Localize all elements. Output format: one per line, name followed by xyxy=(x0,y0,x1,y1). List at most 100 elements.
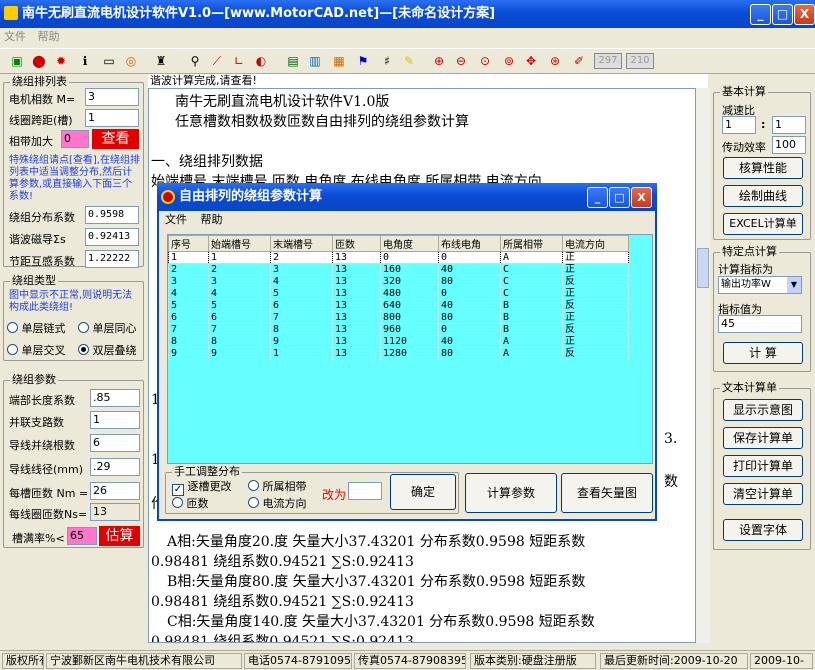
table-row[interactable]: 8 8 9 13 1120 40 A 正 xyxy=(168,335,629,348)
table-cell[interactable]: 0 xyxy=(438,287,501,300)
info-icon[interactable]: ℹ xyxy=(76,52,94,70)
measure-icon[interactable]: ⚲ xyxy=(186,52,204,70)
dist-input[interactable]: 0.9598 xyxy=(85,206,139,224)
table-cell[interactable]: 9 xyxy=(208,347,271,360)
scroll-thumb[interactable] xyxy=(697,248,709,288)
table-cell[interactable]: 2 xyxy=(270,251,333,264)
table-cell[interactable]: B xyxy=(500,311,563,324)
turns-input[interactable]: 26 xyxy=(90,482,140,500)
dialog-minimize-button[interactable]: _ xyxy=(587,187,608,208)
radio-single-chain[interactable]: 单层链式 xyxy=(7,320,66,336)
table-cell[interactable]: 7 xyxy=(168,323,209,336)
table-row[interactable]: 4 4 5 13 480 0 C 正 xyxy=(168,287,629,300)
table-cell[interactable]: 160 xyxy=(380,263,439,276)
winding-grid[interactable]: 序号 始端槽号 末端槽号 匝数 电角度 布线电角 所属相带 电流方向 1 1 2 13 0 0 A 正 2 2 3… xyxy=(167,234,653,464)
zoom-out-icon[interactable]: ⊖ xyxy=(452,52,470,70)
pan-icon[interactable]: ✥ xyxy=(522,52,540,70)
table-cell[interactable]: 2 xyxy=(168,263,209,276)
table-cell[interactable]: 800 xyxy=(380,311,439,324)
maximize-button[interactable]: □ xyxy=(772,4,793,25)
table-cell[interactable]: 40 xyxy=(438,335,501,348)
table-cell[interactable]: 正 xyxy=(562,287,629,300)
phases-input[interactable]: 3 xyxy=(85,88,139,106)
column-header[interactable]: 始端槽号 xyxy=(208,235,271,252)
table-cell[interactable]: 320 xyxy=(380,275,439,288)
print-report-button[interactable]: 打印计算单 xyxy=(723,455,803,477)
check-performance-button[interactable]: 核算性能 xyxy=(723,157,803,179)
dropdown-arrow-icon[interactable]: ▼ xyxy=(787,277,801,293)
gear-icon[interactable]: ✹ xyxy=(52,52,70,70)
table-cell[interactable]: A xyxy=(500,335,563,348)
table-cell[interactable]: 反 xyxy=(562,323,629,336)
calc-button[interactable]: 计 算 xyxy=(723,342,803,364)
table-cell[interactable]: 3 xyxy=(208,275,271,288)
table-row[interactable]: 9 9 1 13 1280 80 A 反 xyxy=(168,347,629,360)
table-row[interactable]: 1 1 2 13 0 0 A 正 xyxy=(168,251,629,264)
view-vector-button[interactable]: 查看矢量图 xyxy=(561,473,653,513)
eff-input[interactable]: 100 xyxy=(772,136,806,154)
val-input[interactable]: 45 xyxy=(718,315,802,333)
view-button[interactable]: 查看 xyxy=(92,129,139,149)
table-cell[interactable]: 4 xyxy=(168,287,209,300)
table-cell[interactable]: 40 xyxy=(438,263,501,276)
mut-input[interactable]: 1.22222 xyxy=(85,250,139,268)
new-icon[interactable]: ▣ xyxy=(8,52,26,70)
dialog-maximize-button[interactable]: □ xyxy=(609,187,630,208)
table-cell[interactable]: 640 xyxy=(380,299,439,312)
menu-file[interactable]: 文件 xyxy=(0,30,30,43)
calc-icon[interactable]: ▤ xyxy=(284,52,302,70)
table-cell[interactable]: 正 xyxy=(562,251,629,264)
ratio-input-a[interactable]: 1 xyxy=(722,116,756,134)
table-cell[interactable]: 40 xyxy=(438,299,501,312)
table-cell[interactable]: 9 xyxy=(168,347,209,360)
dialog-close-button[interactable]: X xyxy=(631,187,652,208)
table-cell[interactable]: 13 xyxy=(332,263,381,276)
table-cell[interactable]: B xyxy=(500,323,563,336)
table-cell[interactable]: 1 xyxy=(208,251,271,264)
table-cell[interactable]: 960 xyxy=(380,323,439,336)
dialog-menu-help[interactable]: 帮助 xyxy=(197,213,227,226)
table-cell[interactable]: 7 xyxy=(270,311,333,324)
table-cell[interactable]: 80 xyxy=(438,275,501,288)
column-header[interactable]: 布线电角 xyxy=(438,235,501,252)
table-cell[interactable]: 8 xyxy=(270,323,333,336)
table-cell[interactable]: 反 xyxy=(562,275,629,288)
parallel-input[interactable]: 1 xyxy=(90,411,140,429)
table-cell[interactable]: 反 xyxy=(562,347,629,360)
table-cell[interactable]: 3 xyxy=(168,275,209,288)
radio-single-cross[interactable]: 单层交叉 xyxy=(7,342,66,358)
table-row[interactable]: 2 2 3 13 160 40 C 正 xyxy=(168,263,629,276)
column-header[interactable]: 匝数 xyxy=(332,235,381,252)
table-cell[interactable]: 4 xyxy=(208,287,271,300)
book-icon[interactable]: ▥ xyxy=(306,52,324,70)
table-cell[interactable]: 正 xyxy=(562,311,629,324)
change-input[interactable] xyxy=(348,482,382,500)
table-cell[interactable]: 80 xyxy=(438,347,501,360)
table-cell[interactable]: 0 xyxy=(380,251,439,264)
flag-icon[interactable]: ⚑ xyxy=(354,52,372,70)
table-cell[interactable]: 6 xyxy=(270,299,333,312)
radio-phase-band[interactable]: 所属相带 xyxy=(248,478,307,494)
table-cell[interactable]: 9 xyxy=(270,335,333,348)
column-header[interactable]: 电角度 xyxy=(380,235,439,252)
plot-icon[interactable]: ▦ xyxy=(330,52,348,70)
table-cell[interactable]: 13 xyxy=(332,323,381,336)
document-scrollbar[interactable] xyxy=(696,88,710,643)
table-cell[interactable]: 反 xyxy=(562,299,629,312)
end-input[interactable]: .85 xyxy=(90,389,140,407)
show-diagram-button[interactable]: 显示示意图 xyxy=(723,399,803,421)
table-cell[interactable]: 13 xyxy=(332,287,381,300)
zoom-fit-icon[interactable]: ⊙ xyxy=(476,52,494,70)
ratio-input-b[interactable]: 1 xyxy=(772,116,806,134)
table-cell[interactable]: 13 xyxy=(332,347,381,360)
table-cell[interactable]: 480 xyxy=(380,287,439,300)
target-select[interactable]: 输出功率W ▼ xyxy=(718,276,802,294)
hash-icon[interactable]: ♯ xyxy=(378,52,396,70)
target-icon[interactable]: ◎ xyxy=(122,52,140,70)
ok-button[interactable]: 确定 xyxy=(390,474,456,510)
table-cell[interactable]: 3 xyxy=(270,263,333,276)
table-cell[interactable]: 6 xyxy=(168,311,209,324)
per-slot-checkbox[interactable]: ✓ 逐槽更改 xyxy=(172,478,232,496)
dia-input[interactable]: .29 xyxy=(90,458,140,476)
pitch-input[interactable]: 1 xyxy=(85,109,139,127)
